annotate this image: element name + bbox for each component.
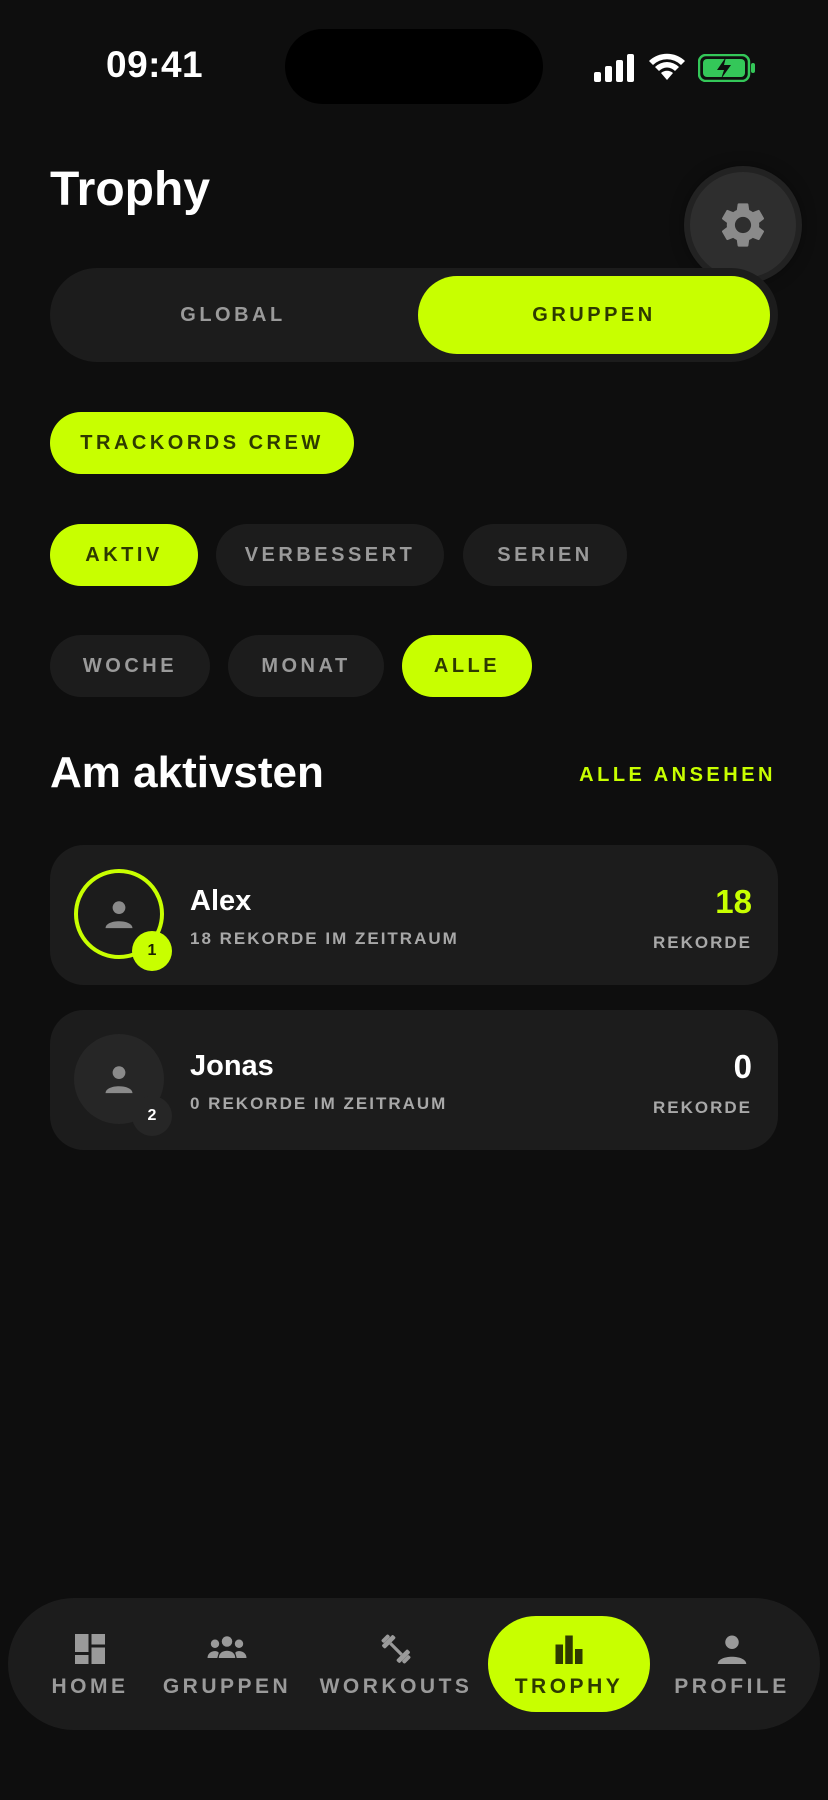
section-title: Am aktivsten (50, 748, 324, 797)
tab-gruppen-label: GRUPPEN (162, 1675, 292, 1698)
dumbbell-icon (381, 1634, 411, 1664)
record-count-label: REKORDE (652, 933, 752, 952)
period-woche[interactable]: WOCHE (50, 635, 210, 697)
record-count-label: REKORDE (652, 1098, 752, 1117)
cellular-signal-icon (594, 54, 634, 82)
settings-button[interactable] (690, 172, 796, 278)
record-count: 18 (715, 883, 752, 920)
gear-icon (721, 203, 765, 247)
tab-home[interactable]: HOME (30, 1608, 150, 1720)
see-all-link[interactable]: ALLE ANSEHEN (579, 764, 776, 787)
leaderboard-row[interactable]: 2 Jonas 0 REKORDE IM ZEITRAUM 0 REKORDE (50, 1010, 778, 1150)
tab-gruppen[interactable]: GRUPPEN (156, 1608, 298, 1720)
member-name: Jonas (190, 1050, 274, 1082)
bottom-tab-bar: HOME GRUPPEN WORKOUTS TROPHY PROFILE (8, 1598, 820, 1730)
dynamic-island (285, 29, 543, 104)
filter-verbessert[interactable]: VERBESSERT (216, 524, 444, 586)
tab-profile-label: PROFILE (674, 1675, 790, 1698)
scope-segmented-control: GLOBAL GRUPPEN (50, 268, 778, 362)
segment-global[interactable]: GLOBAL (58, 276, 408, 354)
member-name: Alex (190, 885, 252, 917)
filter-aktiv[interactable]: AKTIV (50, 524, 198, 586)
dashboard-icon (75, 1634, 105, 1664)
segment-gruppen[interactable]: GRUPPEN (418, 276, 770, 354)
leaderboard-row[interactable]: 1 Alex 18 REKORDE IM ZEITRAUM 18 REKORDE (50, 845, 778, 985)
group-chip-trackords-crew[interactable]: TRACKORDS CREW (50, 412, 354, 474)
record-count: 0 (733, 1048, 752, 1085)
bar-chart-icon (555, 1635, 583, 1664)
group-icon (207, 1636, 247, 1658)
tab-workouts-label: WORKOUTS (319, 1675, 473, 1698)
rank-badge: 1 (132, 931, 172, 971)
tab-home-label: HOME (51, 1675, 129, 1698)
status-time: 09:41 (106, 44, 204, 85)
person-icon (105, 901, 133, 929)
page-title: Trophy (50, 163, 211, 216)
tab-trophy[interactable]: TROPHY (488, 1616, 650, 1712)
tab-workouts[interactable]: WORKOUTS (312, 1608, 480, 1720)
tab-trophy-label: TROPHY (514, 1675, 624, 1698)
rank-badge: 2 (132, 1096, 172, 1136)
filter-serien[interactable]: SERIEN (463, 524, 627, 586)
tab-profile[interactable]: PROFILE (664, 1608, 800, 1720)
status-bar: 09:41 (0, 0, 828, 130)
member-subtitle: 18 REKORDE IM ZEITRAUM (190, 929, 459, 948)
person-icon (717, 1635, 747, 1664)
wifi-icon (649, 53, 685, 80)
period-alle[interactable]: ALLE (402, 635, 532, 697)
member-subtitle: 0 REKORDE IM ZEITRAUM (190, 1094, 448, 1113)
battery-charging-icon (698, 54, 755, 82)
person-icon (105, 1066, 133, 1094)
period-monat[interactable]: MONAT (228, 635, 384, 697)
